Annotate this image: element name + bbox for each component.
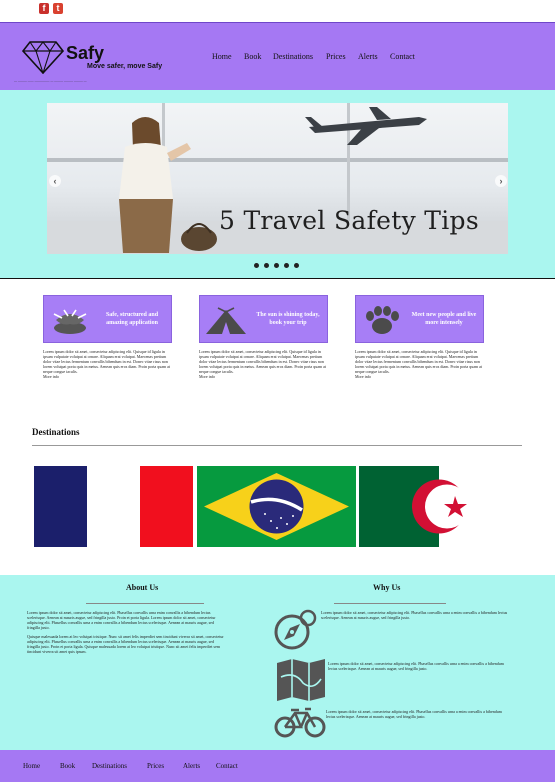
compass-icon [274, 609, 317, 650]
paw-print-icon [366, 306, 399, 334]
footer-nav-book[interactable]: Book [60, 762, 75, 771]
map-icon [277, 659, 325, 701]
feature-card: The sun is shining today, book your trip… [199, 295, 328, 379]
algeria-flag[interactable] [359, 466, 467, 547]
divider [32, 445, 522, 446]
more-info-link[interactable]: More info [199, 374, 328, 379]
feature-banner[interactable]: Safe, structured and amazing application [43, 295, 172, 343]
nav-home[interactable]: Home [212, 52, 232, 62]
facebook-icon[interactable]: f [39, 3, 49, 14]
more-info-link[interactable]: More info [355, 374, 484, 379]
feature-banner[interactable]: The sun is shining today, book your trip [199, 295, 328, 343]
brazil-flag[interactable] [197, 466, 356, 547]
site-header: Safy Move safer, move Safy — ——— —— ————… [0, 22, 555, 91]
feature-banner[interactable]: Meet new people and live more intensely [355, 295, 484, 343]
feature-title: Safe, structured and amazing application [105, 312, 159, 326]
why-text: Lorem ipsum dolor sit amet, consectetur … [326, 709, 502, 719]
twitter-icon[interactable]: t [53, 3, 63, 14]
hero-caption: 5 Travel Safety Tips [219, 206, 479, 235]
diamond-logo-icon[interactable] [22, 38, 64, 74]
feature-text: Lorem ipsum dolor sit amet, consectetur … [199, 349, 326, 374]
more-info-link[interactable]: More info [43, 374, 172, 379]
bicycle-icon [274, 707, 326, 738]
feature-text: Lorem ipsum dolor sit amet, consectetur … [43, 349, 170, 374]
why-text: Lorem ipsum dolor sit amet, consectetur … [321, 610, 508, 620]
slider-next-button[interactable]: › [495, 175, 507, 187]
slider-dot[interactable] [274, 263, 279, 268]
nav-destinations[interactable]: Destinations [273, 52, 313, 62]
slider-dot[interactable] [264, 263, 269, 268]
feature-text: Lorem ipsum dolor sit amet, consectetur … [355, 349, 482, 374]
tent-icon [206, 307, 246, 334]
why-text: Lorem ipsum dolor sit amet, consectetur … [328, 661, 504, 671]
slider-dot[interactable] [284, 263, 289, 268]
info-section: About Us Lorem ipsum dolor sit amet, con… [0, 575, 555, 750]
france-flag[interactable] [34, 466, 193, 547]
about-paragraph: Lorem ipsum dolor sit amet, consectetur … [27, 610, 216, 630]
brand-name[interactable]: Safy [66, 43, 104, 63]
about-paragraph: Quisque malesuada lorem at leo volutpat … [27, 634, 224, 654]
nav-prices[interactable]: Prices [326, 52, 346, 62]
slider-dot[interactable] [254, 263, 259, 268]
nav-book[interactable]: Book [244, 52, 261, 62]
feature-card: Meet new people and live more intensely … [355, 295, 484, 379]
footer-nav-alerts[interactable]: Alerts [183, 762, 200, 771]
animal-print-icon [53, 309, 87, 334]
footer-nav-prices[interactable]: Prices [147, 762, 164, 771]
nav-alerts[interactable]: Alerts [358, 52, 378, 62]
destinations-title: Destinations [32, 427, 80, 437]
nav-contact[interactable]: Contact [390, 52, 415, 62]
about-title: About Us [126, 583, 159, 592]
brand-tagline: Move safer, move Safy [87, 63, 163, 70]
divider [86, 603, 204, 604]
footer-nav-destinations[interactable]: Destinations [92, 762, 127, 771]
footer-nav-contact[interactable]: Contact [216, 762, 238, 771]
slider-dot[interactable] [294, 263, 299, 268]
slider-prev-button[interactable]: ‹ [49, 175, 61, 187]
why-title: Why Us [373, 583, 401, 592]
social-bar: f t [0, 0, 555, 22]
feature-title: The sun is shining today, book your trip [256, 312, 320, 326]
feature-card: Safe, structured and amazing application… [43, 295, 172, 379]
feature-title: Meet new people and live more intensely [411, 312, 477, 326]
hero-slide[interactable]: 5 Travel Safety Tips [47, 103, 508, 254]
site-footer: Home Book Destinations Prices Alerts Con… [0, 750, 555, 782]
brand-small-print: — ——— —— ————— — ——— ——— ——— — [14, 79, 87, 83]
footer-nav-home[interactable]: Home [23, 762, 40, 771]
divider [334, 603, 446, 604]
